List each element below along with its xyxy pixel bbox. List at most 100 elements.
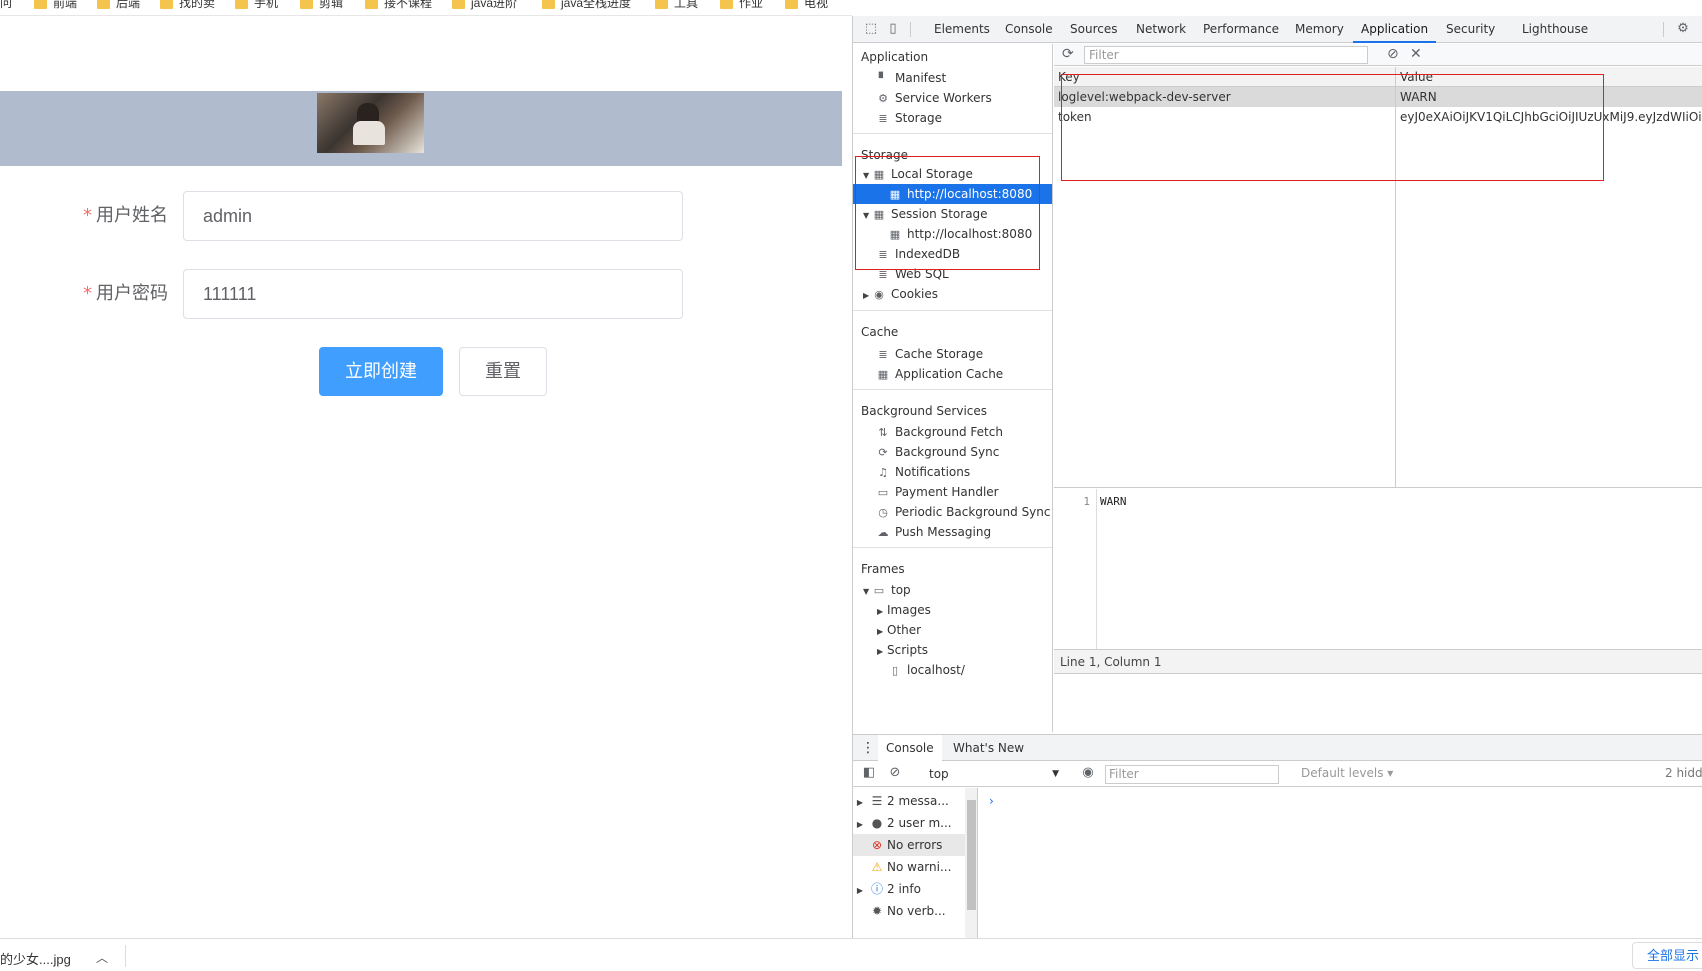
bookmark-item[interactable]: java进阶 [452, 0, 517, 11]
drawer-tab-whats-new[interactable]: What's New [953, 735, 1024, 761]
sidebar-item-background-fetch[interactable]: ⇅ Background Fetch [877, 422, 1003, 442]
show-all-button[interactable]: 全部显示 [1632, 942, 1702, 969]
bookmark-item[interactable]: 找的卖 [160, 0, 215, 11]
password-label: * 用户密码 [83, 283, 168, 304]
sidebar-item-periodic-background-sync[interactable]: ◷ Periodic Background Sync [877, 502, 1050, 522]
scrollbar-thumb[interactable] [967, 800, 976, 910]
sidebar-item-service-workers[interactable]: ⚙ Service Workers [877, 88, 992, 108]
console-filter-errors[interactable]: ⊗ No errors [853, 834, 965, 856]
collapse-arrow-icon[interactable]: ▶ [877, 602, 887, 622]
console-filter-messages[interactable]: ▶ ☰ 2 messa... [853, 790, 965, 812]
toolbar-divider [1663, 22, 1664, 37]
value-preview-editor[interactable]: 1 WARN [1054, 489, 1702, 649]
tab-performance[interactable]: Performance [1203, 16, 1279, 43]
console-filter-warnings[interactable]: ⚠ No warni... [853, 856, 965, 878]
bookmark-item[interactable]: java全栈进度 [542, 0, 631, 11]
sidebar-item-frame-top[interactable]: ▼ ▭ top [863, 580, 911, 600]
collapse-arrow-icon[interactable]: ▶ [863, 286, 873, 306]
reset-button[interactable]: 重置 [459, 347, 547, 396]
collapse-arrow-icon[interactable]: ▶ [853, 814, 867, 836]
bookmark-item[interactable]: 问 [0, 0, 12, 11]
sidebar-item-cache-storage[interactable]: ≣ Cache Storage [877, 344, 983, 364]
section-header-application: Application [861, 50, 929, 64]
avatar-photo [317, 93, 424, 153]
console-filter-info[interactable]: ▶ ⓘ 2 info [853, 878, 965, 900]
drawer-tab-console[interactable]: Console [878, 735, 942, 761]
context-selector[interactable]: top ▼ [925, 765, 1063, 783]
sidebar-item-frame-document[interactable]: ▯ localhost/ [889, 660, 965, 680]
tab-sources[interactable]: Sources [1070, 16, 1117, 43]
tab-memory[interactable]: Memory [1295, 16, 1344, 43]
clear-console-icon[interactable]: ⊘ [887, 765, 903, 781]
sidebar-item-notifications[interactable]: ♫ Notifications [877, 462, 970, 482]
line-number: 1 [1083, 495, 1090, 508]
folder-icon [300, 0, 313, 9]
download-item[interactable]: 的少女....jpg [0, 949, 71, 968]
delete-selected-icon[interactable]: ✕ [1410, 46, 1422, 62]
tab-lighthouse[interactable]: Lighthouse [1522, 16, 1588, 43]
collapse-arrow-icon[interactable]: ▶ [877, 622, 887, 642]
bookmark-item[interactable]: 工具 [655, 0, 698, 11]
bookmark-item[interactable]: 剪辑 [300, 0, 343, 11]
sidebar-item-cookies[interactable]: ▶ ◉ Cookies [863, 284, 938, 304]
section-header-cache: Cache [861, 325, 899, 339]
sidebar-item-frame-scripts[interactable]: ▶ Scripts [877, 640, 928, 660]
bell-icon: ♫ [878, 466, 888, 479]
collapse-arrow-icon[interactable]: ▶ [877, 642, 887, 662]
inspect-element-icon[interactable]: ⬚ [863, 21, 879, 37]
storage-view: ⟳ Filter ⊘ ✕ Key Value loglevel:webpack-… [1054, 44, 1702, 732]
tab-console[interactable]: Console [1005, 16, 1053, 43]
bookmark-item[interactable]: 后端 [97, 0, 140, 11]
warning-icon: ⚠ [871, 860, 883, 874]
bookmark-item[interactable]: 前端 [34, 0, 77, 11]
tab-network[interactable]: Network [1136, 16, 1186, 43]
bookmark-item[interactable]: 电视 [785, 0, 828, 11]
username-input[interactable]: admin [183, 191, 683, 241]
header-banner [0, 91, 842, 166]
gear-icon: ⚙ [878, 92, 888, 105]
console-filter-verbose[interactable]: ✹ No verb... [853, 900, 965, 922]
console-sidebar-scrollbar[interactable] [965, 788, 977, 938]
sidebar-item-application-cache[interactable]: ▦ Application Cache [877, 364, 1003, 384]
error-icon: ⊗ [871, 838, 883, 852]
folder-icon [542, 0, 555, 9]
password-input[interactable]: 111111 [183, 269, 683, 319]
drawer-menu-icon[interactable]: ⋮ [861, 735, 875, 761]
tab-security[interactable]: Security [1446, 16, 1495, 43]
storage-filter-input[interactable]: Filter [1084, 46, 1368, 64]
tab-elements[interactable]: Elements [934, 16, 990, 43]
chevron-up-icon[interactable]: ︿ [96, 949, 108, 966]
preview-text: WARN [1100, 495, 1127, 508]
device-toolbar-icon[interactable]: ▯ [885, 21, 901, 37]
sidebar-item-frame-images[interactable]: ▶ Images [877, 600, 931, 620]
folder-icon [34, 0, 47, 9]
folder-icon [452, 0, 465, 9]
clear-all-icon[interactable]: ⊘ [1387, 46, 1399, 62]
sidebar-toggle-icon[interactable]: ◧ [861, 765, 877, 781]
bookmark-item[interactable]: 手机 [235, 0, 278, 11]
console-prompt-icon[interactable]: › [989, 794, 994, 808]
file-icon: ▘ [878, 72, 888, 85]
bookmark-item[interactable]: 接不课程 [365, 0, 432, 11]
sidebar-item-background-sync[interactable]: ⟳ Background Sync [877, 442, 999, 462]
devtools-tabbar: ⬚ ▯ Elements Console Sources Network Per… [853, 16, 1702, 43]
eye-icon[interactable]: ◉ [1080, 765, 1096, 781]
console-filter-input[interactable]: Filter [1105, 765, 1279, 784]
expand-arrow-icon[interactable]: ▼ [863, 582, 873, 602]
tab-application[interactable]: Application [1353, 16, 1437, 43]
console-filter-user-messages[interactable]: ▶ ● 2 user m... [853, 812, 965, 834]
settings-gear-icon[interactable]: ⚙ [1675, 21, 1691, 37]
sidebar-item-frame-other[interactable]: ▶ Other [877, 620, 921, 640]
sidebar-item-manifest[interactable]: ▘ Manifest [877, 68, 946, 88]
bookmarks-bar: 问 前端 后端 找的卖 手机 剪辑 接不课程 java进阶 java全栈进度 工… [0, 0, 852, 16]
grid-icon: ▦ [877, 368, 889, 381]
collapse-arrow-icon[interactable]: ▶ [853, 792, 867, 814]
sidebar-item-payment-handler[interactable]: ▭ Payment Handler [877, 482, 999, 502]
collapse-arrow-icon[interactable]: ▶ [853, 880, 867, 902]
create-button[interactable]: 立即创建 [319, 347, 443, 396]
sidebar-item-push-messaging[interactable]: ☁ Push Messaging [877, 522, 992, 542]
refresh-icon[interactable]: ⟳ [1062, 46, 1074, 62]
log-levels-dropdown[interactable]: Default levels ▾ [1301, 766, 1393, 780]
bookmark-item[interactable]: 作业 [720, 0, 763, 11]
sidebar-item-storage[interactable]: ≣ Storage [877, 108, 942, 128]
